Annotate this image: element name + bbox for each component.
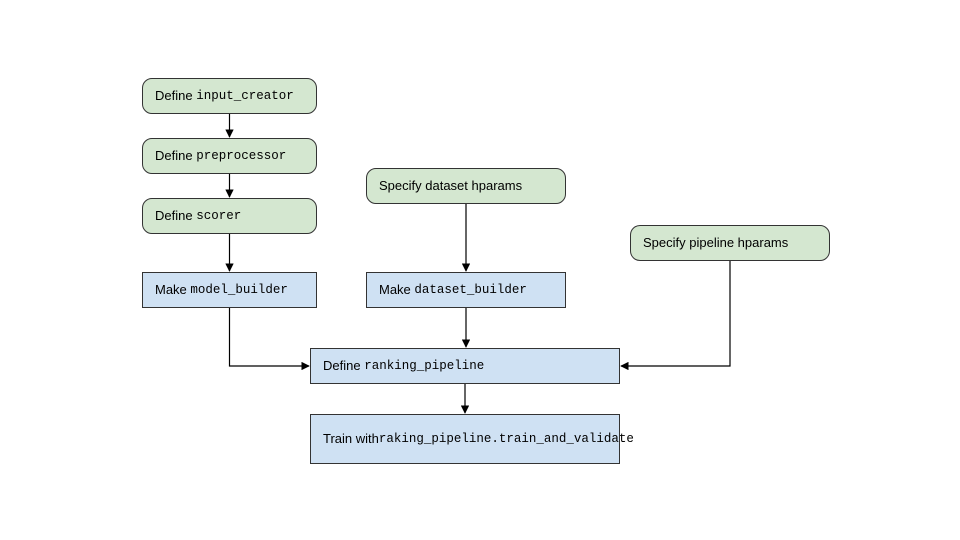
node-label-code: model_builder xyxy=(190,282,288,299)
node-label-plain: Define xyxy=(323,357,364,375)
node-label-plain: Make xyxy=(379,281,414,299)
node-label-plain: Define xyxy=(155,207,196,225)
flow-node-n5: Specify pipeline hparams xyxy=(630,225,830,261)
flow-node-n6: Make model_builder xyxy=(142,272,317,308)
flow-node-n8: Define ranking_pipeline xyxy=(310,348,620,384)
node-label-plain: Specify dataset hparams xyxy=(379,177,522,195)
node-label-code: scorer xyxy=(196,208,241,225)
node-label-plain: Make xyxy=(155,281,190,299)
node-label-code: dataset_builder xyxy=(414,282,527,299)
node-label-code: input_creator xyxy=(196,88,294,105)
node-label-code: raking_pipeline.train_and_validate xyxy=(379,431,634,448)
node-label-plain: Specify pipeline hparams xyxy=(643,234,788,252)
flow-node-n2: Define preprocessor xyxy=(142,138,317,174)
node-label-code: ranking_pipeline xyxy=(364,358,484,375)
node-label-plain: Train with xyxy=(323,430,379,448)
flow-node-n7: Make dataset_builder xyxy=(366,272,566,308)
flow-node-n1: Define input_creator xyxy=(142,78,317,114)
node-label-plain: Define xyxy=(155,87,196,105)
node-label-code: preprocessor xyxy=(196,148,286,165)
flow-node-n3: Define scorer xyxy=(142,198,317,234)
flow-node-n4: Specify dataset hparams xyxy=(366,168,566,204)
flow-node-n9: Train with raking_pipeline.train_and_val… xyxy=(310,414,620,464)
node-label-plain: Define xyxy=(155,147,196,165)
